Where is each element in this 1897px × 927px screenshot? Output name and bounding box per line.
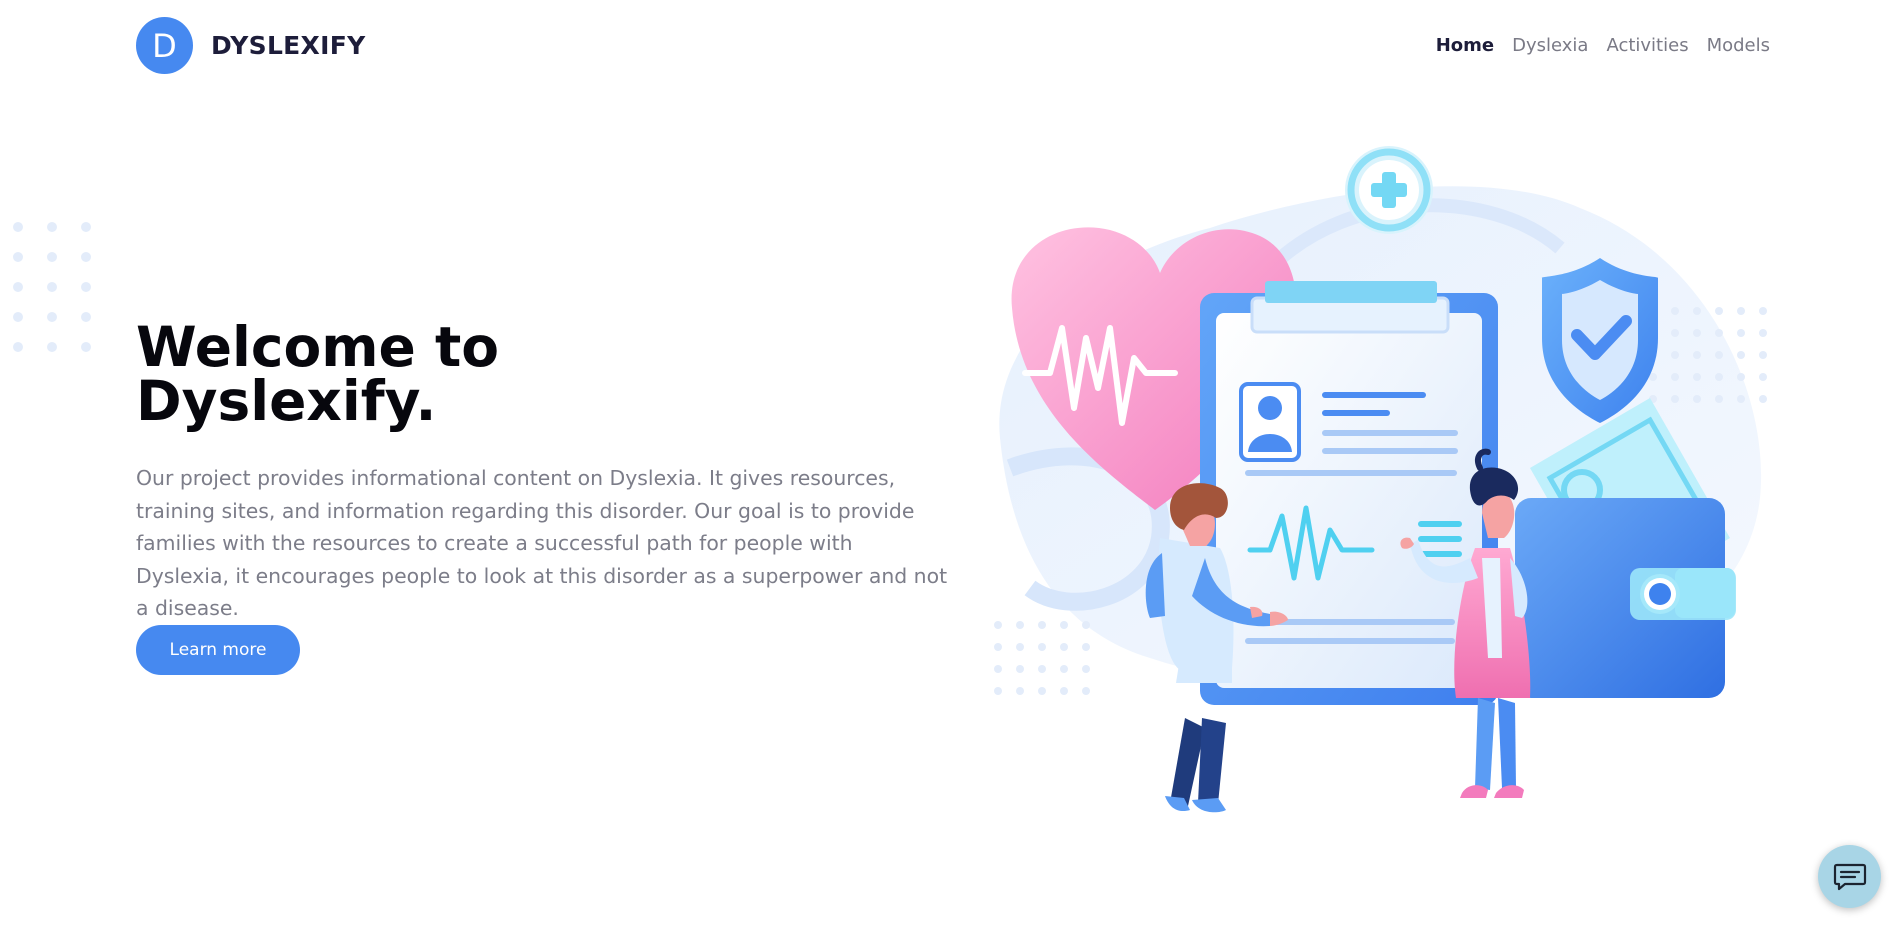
brand-name: DYSLEXIFY: [211, 31, 366, 60]
site-header: D DYSLEXIFY Home Dyslexia Activities Mod…: [0, 0, 1897, 92]
chat-button[interactable]: [1818, 845, 1881, 908]
brand-link[interactable]: D DYSLEXIFY: [136, 17, 366, 74]
decorative-dots-left: [13, 222, 91, 352]
chat-icon: [1833, 863, 1866, 890]
hero-title-line2: Dyslexify.: [136, 369, 437, 433]
learn-more-button[interactable]: Learn more: [136, 625, 300, 675]
nav-item-activities[interactable]: Activities: [1606, 35, 1688, 56]
brand-logo: D: [136, 17, 193, 74]
hero-title: Welcome to Dyslexify.: [136, 315, 696, 433]
nav-item-dyslexia[interactable]: Dyslexia: [1512, 35, 1588, 56]
hero-title-line1: Welcome to: [136, 315, 500, 379]
nav-item-home[interactable]: Home: [1436, 35, 1494, 56]
main-nav: Home Dyslexia Activities Models: [1436, 35, 1770, 56]
page: D DYSLEXIFY Home Dyslexia Activities Mod…: [0, 0, 1897, 927]
medical-checkup-illustration: [994, 146, 1767, 813]
nav-item-models[interactable]: Models: [1707, 35, 1770, 56]
hero-description: Our project provides informational conte…: [136, 466, 948, 620]
